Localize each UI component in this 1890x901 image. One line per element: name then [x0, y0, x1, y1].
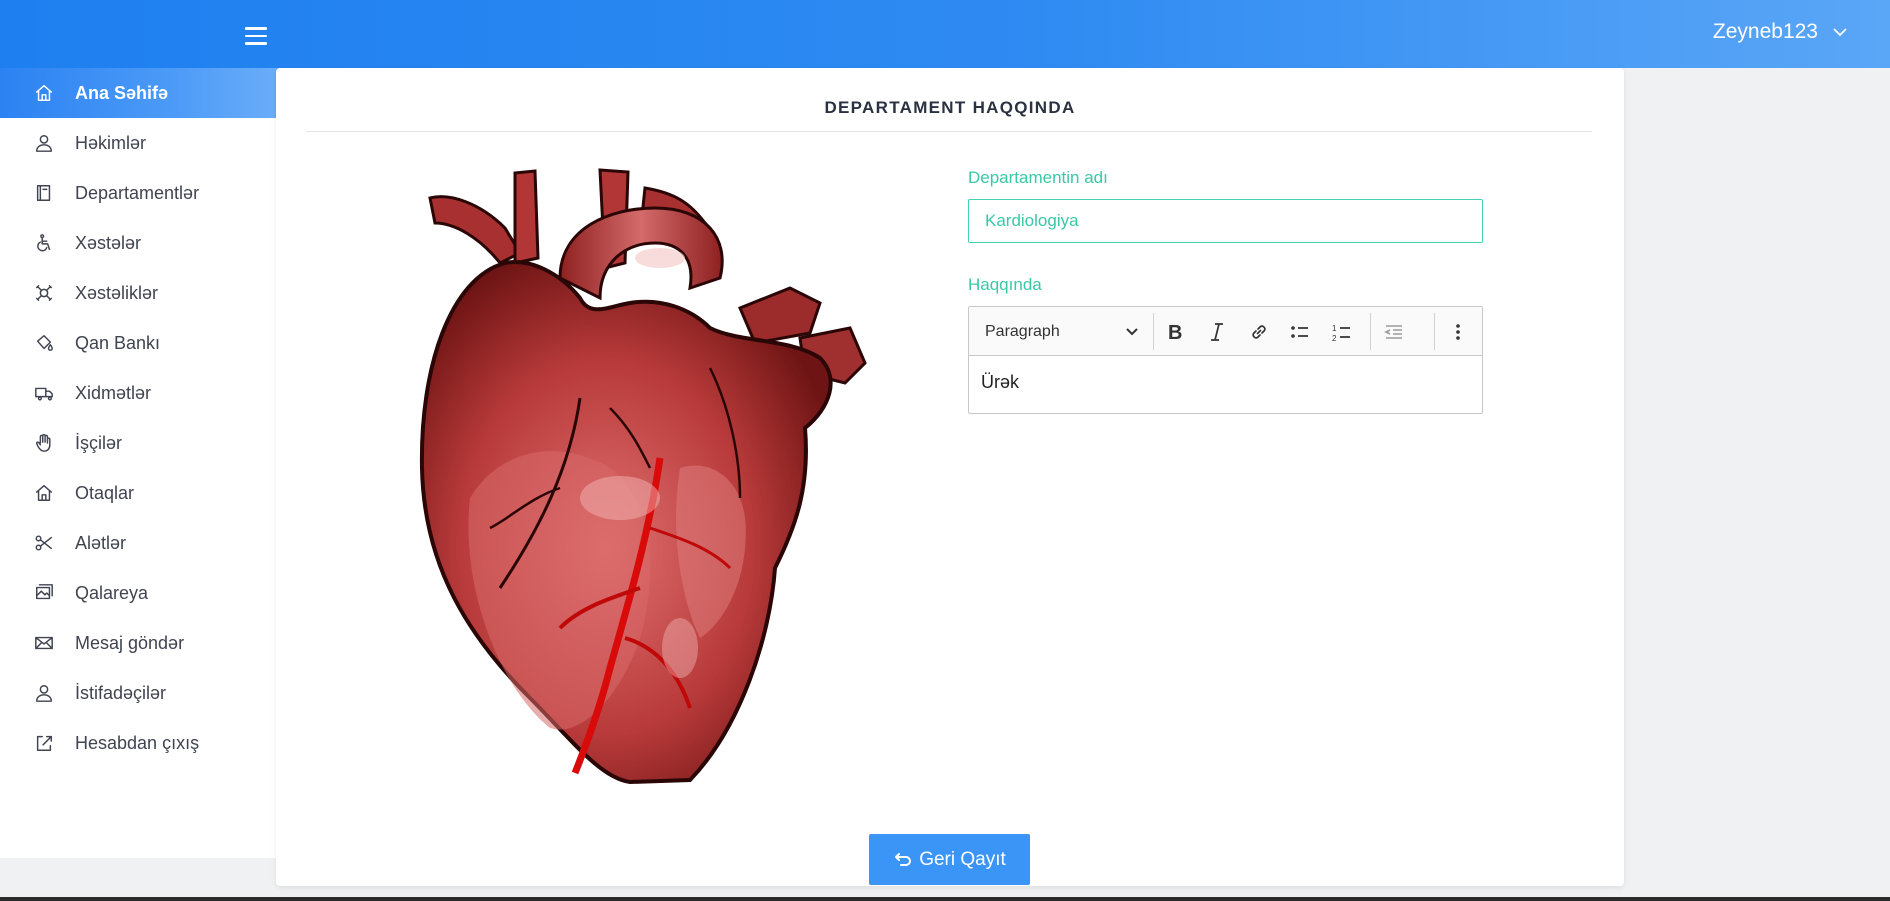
logout-icon [33, 732, 55, 754]
block-format-dropdown[interactable]: Paragraph [977, 314, 1147, 349]
numbered-list-icon: 12 [1332, 324, 1350, 343]
truck-icon [33, 382, 55, 404]
sidebar-item-label: Mesaj göndər [75, 632, 185, 653]
user-icon [33, 682, 55, 704]
house-icon [33, 482, 55, 504]
sidebar-item-11[interactable]: Mesaj göndər [0, 618, 294, 668]
drop-bucket-icon [33, 332, 55, 354]
return-icon [895, 852, 912, 866]
gallery-icon [33, 582, 55, 604]
link-icon [1252, 324, 1266, 339]
sidebar-item-label: Xəstəliklər [75, 282, 159, 303]
sidebar-item-2[interactable]: Departamentlər [0, 168, 294, 218]
sidebar-item-label: Otaqlar [75, 482, 135, 503]
toolbar-separator [1370, 313, 1371, 350]
toolbar-separator [1153, 313, 1154, 350]
page-title: DEPARTAMENT HAQQINDA [824, 98, 1076, 117]
numbered-list-button[interactable]: 12 [1325, 315, 1359, 348]
sidebar-item-4[interactable]: Xəstəliklər [0, 268, 294, 318]
outdent-icon [1384, 324, 1402, 339]
more-vertical-icon [1456, 323, 1460, 340]
sidebar-item-label: Həkimlər [75, 132, 147, 153]
bold-button[interactable]: B [1158, 315, 1192, 348]
wheelchair-icon [33, 232, 55, 254]
chevron-down-icon [1833, 28, 1847, 37]
back-button[interactable]: Geri Qayıt [869, 834, 1030, 885]
sidebar-item-label: Qan Bankı [75, 332, 161, 353]
sidebar-item-12[interactable]: İstifadəçilər [0, 668, 294, 718]
home-icon [33, 82, 55, 104]
sidebar-item-label: İstifadəçilər [75, 682, 167, 703]
sidebar-item-6[interactable]: Xidmətlər [0, 368, 294, 418]
title-divider [306, 131, 1592, 132]
italic-icon [1211, 322, 1223, 341]
sidebar-item-8[interactable]: Otaqlar [0, 468, 294, 518]
sidebar-item-label: Xidmətlər [75, 382, 152, 403]
hand-icon [33, 432, 55, 454]
block-format-value: Paragraph [985, 322, 1060, 340]
virus-icon [33, 282, 55, 304]
bulleted-list-button[interactable] [1283, 315, 1317, 348]
italic-button[interactable] [1200, 315, 1234, 348]
sidebar-item-label: Qalareya [75, 582, 149, 603]
sidebar-item-label: Xəstələr [75, 232, 142, 253]
sidebar-item-label: Alətlər [75, 532, 127, 553]
about-label: Haqqında [968, 275, 1042, 294]
svg-text:B: B [1168, 322, 1182, 343]
sidebar-item-1[interactable]: Həkimlər [0, 118, 294, 168]
sidebar: Ana Səhifə Həkimlər Departamentlər Xəstələr… [0, 68, 294, 858]
user-icon [33, 132, 55, 154]
sidebar-item-0[interactable]: Ana Səhifə [0, 68, 294, 118]
top-navbar: Zeyneb123 [0, 0, 1890, 68]
sidebar-item-label: İşçilər [75, 432, 123, 453]
sidebar-item-10[interactable]: Qalareya [0, 568, 294, 618]
link-button[interactable] [1242, 315, 1276, 348]
back-button-label: Geri Qayıt [919, 848, 1006, 870]
sidebar-item-label: Ana Səhifə [75, 82, 169, 103]
bold-icon: B [1168, 322, 1182, 343]
sidebar-item-3[interactable]: Xəstələr [0, 218, 294, 268]
sidebar-item-5[interactable]: Qan Bankı [0, 318, 294, 368]
bottom-border [0, 897, 1890, 901]
toolbar-separator [1434, 313, 1435, 350]
sidebar-item-7[interactable]: İşçilər [0, 418, 294, 468]
sidebar-footer [0, 858, 276, 901]
user-name: Zeyneb123 [1712, 20, 1818, 43]
book-icon [33, 182, 55, 204]
sidebar-item-13[interactable]: Hesabdan çıxış [0, 718, 294, 768]
chevron-down-icon [1126, 327, 1138, 335]
envelope-icon [33, 632, 55, 654]
outdent-button[interactable] [1377, 315, 1411, 348]
bulleted-list-icon [1291, 325, 1308, 338]
svg-text:2: 2 [1332, 334, 1337, 343]
department-name-label: Departamentin adı [968, 168, 1108, 187]
sidebar-item-label: Departamentlər [75, 182, 200, 203]
department-name-input[interactable] [968, 199, 1483, 243]
more-options-button[interactable] [1441, 315, 1475, 348]
heart-image [419, 168, 867, 784]
rich-text-editor: Paragraph B 12 Ürək [968, 306, 1483, 414]
scissors-icon [33, 532, 55, 554]
sidebar-item-label: Hesabdan çıxış [75, 732, 200, 753]
editor-toolbar: Paragraph B 12 [969, 307, 1482, 356]
user-menu[interactable]: Zeyneb123 [1713, 20, 1848, 44]
editor-content[interactable]: Ürək [969, 356, 1482, 409]
sidebar-item-9[interactable]: Alətlər [0, 518, 294, 568]
menu-toggle-icon[interactable] [245, 27, 267, 45]
svg-text:1: 1 [1332, 324, 1337, 333]
